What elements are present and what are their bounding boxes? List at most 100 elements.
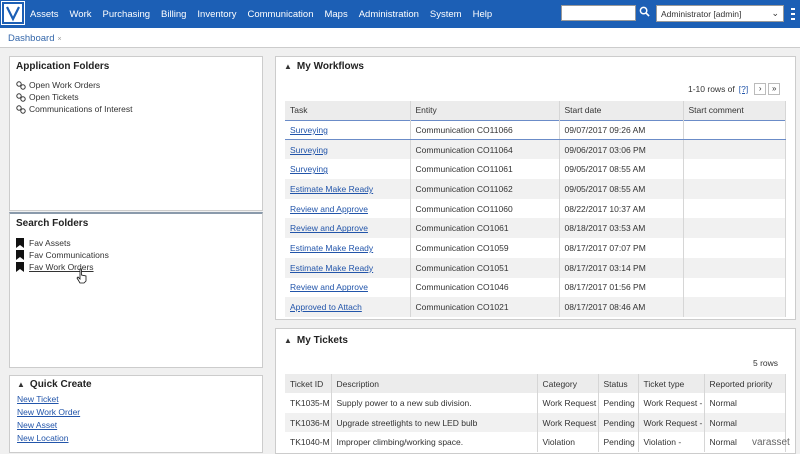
table-row[interactable]: Estimate Make Ready Communication CO1051… xyxy=(285,257,786,278)
search-folder-fav-communications[interactable]: Fav Communications xyxy=(16,250,256,260)
task-link[interactable]: Surveying xyxy=(290,145,328,155)
search-folder-label: Fav Communications xyxy=(29,250,109,260)
nav-purchasing[interactable]: Purchasing xyxy=(103,9,151,20)
start-comment-cell xyxy=(683,257,786,278)
nav-administration[interactable]: Administration xyxy=(359,9,419,20)
task-link[interactable]: Estimate Make Ready xyxy=(290,263,373,273)
search-folders-panel: Search Folders Fav Assets Fav Communicat… xyxy=(9,212,263,368)
table-row[interactable]: Estimate Make Ready Communication CO1059… xyxy=(285,238,786,258)
category-cell: Violation xyxy=(537,432,599,453)
task-link[interactable]: Review and Approve xyxy=(290,223,368,233)
panel-title: My Tickets xyxy=(296,335,348,346)
table-row[interactable]: Approved to Attach Communication CO1021 … xyxy=(285,297,786,317)
table-row[interactable]: TK1036-M Upgrade streetlights to new LED… xyxy=(285,412,786,433)
new-asset-link[interactable]: New Asset xyxy=(17,420,255,430)
task-link[interactable]: Approved to Attach xyxy=(290,302,362,312)
column-header[interactable]: Entity xyxy=(410,101,560,120)
app-logo[interactable] xyxy=(1,1,25,25)
chevron-up-icon: ▲ xyxy=(17,380,25,389)
folder-open-tickets[interactable]: Open Tickets xyxy=(16,92,256,102)
folder-label: Communications of Interest xyxy=(29,104,133,114)
nav-inventory[interactable]: Inventory xyxy=(197,9,236,20)
entity-cell: Communication CO1046 xyxy=(410,277,560,298)
link-icon xyxy=(16,104,26,114)
column-header[interactable]: Task xyxy=(285,101,411,120)
tab-label: Dashboard xyxy=(8,33,55,44)
start-date-cell: 09/06/2017 03:06 PM xyxy=(559,139,684,160)
category-cell: Work Request xyxy=(537,393,599,413)
start-comment-cell xyxy=(683,119,786,141)
start-date-cell: 08/22/2017 10:37 AM xyxy=(559,198,684,219)
nav-assets[interactable]: Assets xyxy=(30,9,59,20)
last-page-icon[interactable]: » xyxy=(768,83,781,95)
tab-dashboard[interactable]: Dashboard × xyxy=(4,30,66,46)
table-row[interactable]: Review and Approve Communication CO1046 … xyxy=(285,277,786,298)
bookmark-icon xyxy=(16,250,24,260)
table-row[interactable]: Estimate Make Ready Communication CO1106… xyxy=(285,179,786,199)
nav-help[interactable]: Help xyxy=(473,9,493,20)
folder-open-work-orders[interactable]: Open Work Orders xyxy=(16,80,256,90)
task-link[interactable]: Review and Approve xyxy=(290,282,368,292)
description-cell: Improper climbing/working space. xyxy=(331,432,538,453)
new-ticket-link[interactable]: New Ticket xyxy=(17,394,255,404)
entity-cell: Communication CO1059 xyxy=(410,238,560,258)
entity-cell: Communication CO11064 xyxy=(410,139,560,160)
column-header[interactable]: Status xyxy=(598,374,639,393)
quick-create-panel: ▲ Quick Create New Ticket New Work Order… xyxy=(9,375,263,453)
start-comment-cell xyxy=(683,198,786,219)
status-cell: Pending xyxy=(598,432,639,453)
ticket-type-cell: Work Request - xyxy=(638,393,705,413)
ticket-id-cell: TK1035-M xyxy=(285,393,332,413)
nav-communication[interactable]: Communication xyxy=(247,9,313,20)
task-link[interactable]: Review and Approve xyxy=(290,204,368,214)
nav-system[interactable]: System xyxy=(430,9,462,20)
task-link[interactable]: Surveying xyxy=(290,125,328,135)
column-header[interactable]: Ticket type xyxy=(638,374,705,393)
search-input[interactable] xyxy=(561,5,636,21)
next-page-icon[interactable]: › xyxy=(754,83,767,95)
column-header[interactable]: Category xyxy=(537,374,599,393)
search-folder-fav-work-orders[interactable]: Fav Work Orders xyxy=(16,262,256,272)
rows-count-text: 5 rows xyxy=(753,358,779,368)
start-date-cell: 08/18/2017 03:53 AM xyxy=(559,218,684,239)
column-header[interactable]: Ticket ID xyxy=(285,374,332,393)
task-link[interactable]: Estimate Make Ready xyxy=(290,184,373,194)
task-link[interactable]: Surveying xyxy=(290,164,328,174)
table-row[interactable]: Surveying Communication CO11066 09/07/20… xyxy=(285,119,786,141)
table-row[interactable]: Surveying Communication CO11061 09/05/20… xyxy=(285,159,786,180)
folder-communications-of-interest[interactable]: Communications of Interest xyxy=(16,104,256,114)
task-link[interactable]: Estimate Make Ready xyxy=(290,243,373,253)
table-row[interactable]: Review and Approve Communication CO11060… xyxy=(285,198,786,219)
column-header[interactable]: Start date xyxy=(559,101,684,120)
priority-cell: Normal xyxy=(704,393,786,413)
panel-title: Application Folders xyxy=(16,61,110,72)
overflow-menu-icon[interactable] xyxy=(791,8,797,20)
search-folder-label: Fav Assets xyxy=(29,238,71,248)
column-header[interactable]: Reported priority xyxy=(704,374,786,393)
close-icon[interactable]: × xyxy=(57,36,61,43)
entity-cell: Communication CO1051 xyxy=(410,257,560,278)
quick-create-header[interactable]: ▲ Quick Create xyxy=(17,379,255,390)
tickets-row-count: 5 rows xyxy=(753,358,778,368)
link-icon xyxy=(16,80,26,90)
search-icon[interactable] xyxy=(639,6,651,20)
table-row[interactable]: Surveying Communication CO11064 09/06/20… xyxy=(285,139,786,160)
column-header[interactable]: Description xyxy=(331,374,538,393)
nav-maps[interactable]: Maps xyxy=(324,9,347,20)
workflows-header[interactable]: ▲ My Workflows xyxy=(284,61,364,72)
nav-billing[interactable]: Billing xyxy=(161,9,186,20)
nav-work[interactable]: Work xyxy=(70,9,92,20)
table-row[interactable]: TK1040-M Improper climbing/working space… xyxy=(285,432,786,453)
search-folder-fav-assets[interactable]: Fav Assets xyxy=(16,238,256,248)
column-header[interactable]: Start comment xyxy=(683,101,786,120)
pager-total-link[interactable]: [?] xyxy=(739,84,748,94)
entity-cell: Communication CO1061 xyxy=(410,218,560,239)
tickets-header[interactable]: ▲ My Tickets xyxy=(284,335,348,346)
new-work-order-link[interactable]: New Work Order xyxy=(17,407,255,417)
new-location-link[interactable]: New Location xyxy=(17,433,255,443)
start-comment-cell xyxy=(683,297,786,317)
panel-title: Search Folders xyxy=(16,218,89,229)
table-row[interactable]: Review and Approve Communication CO1061 … xyxy=(285,218,786,239)
user-dropdown[interactable]: Administrator [admin] ⌄ xyxy=(656,5,784,22)
table-row[interactable]: TK1035-M Supply power to a new sub divis… xyxy=(285,393,786,413)
